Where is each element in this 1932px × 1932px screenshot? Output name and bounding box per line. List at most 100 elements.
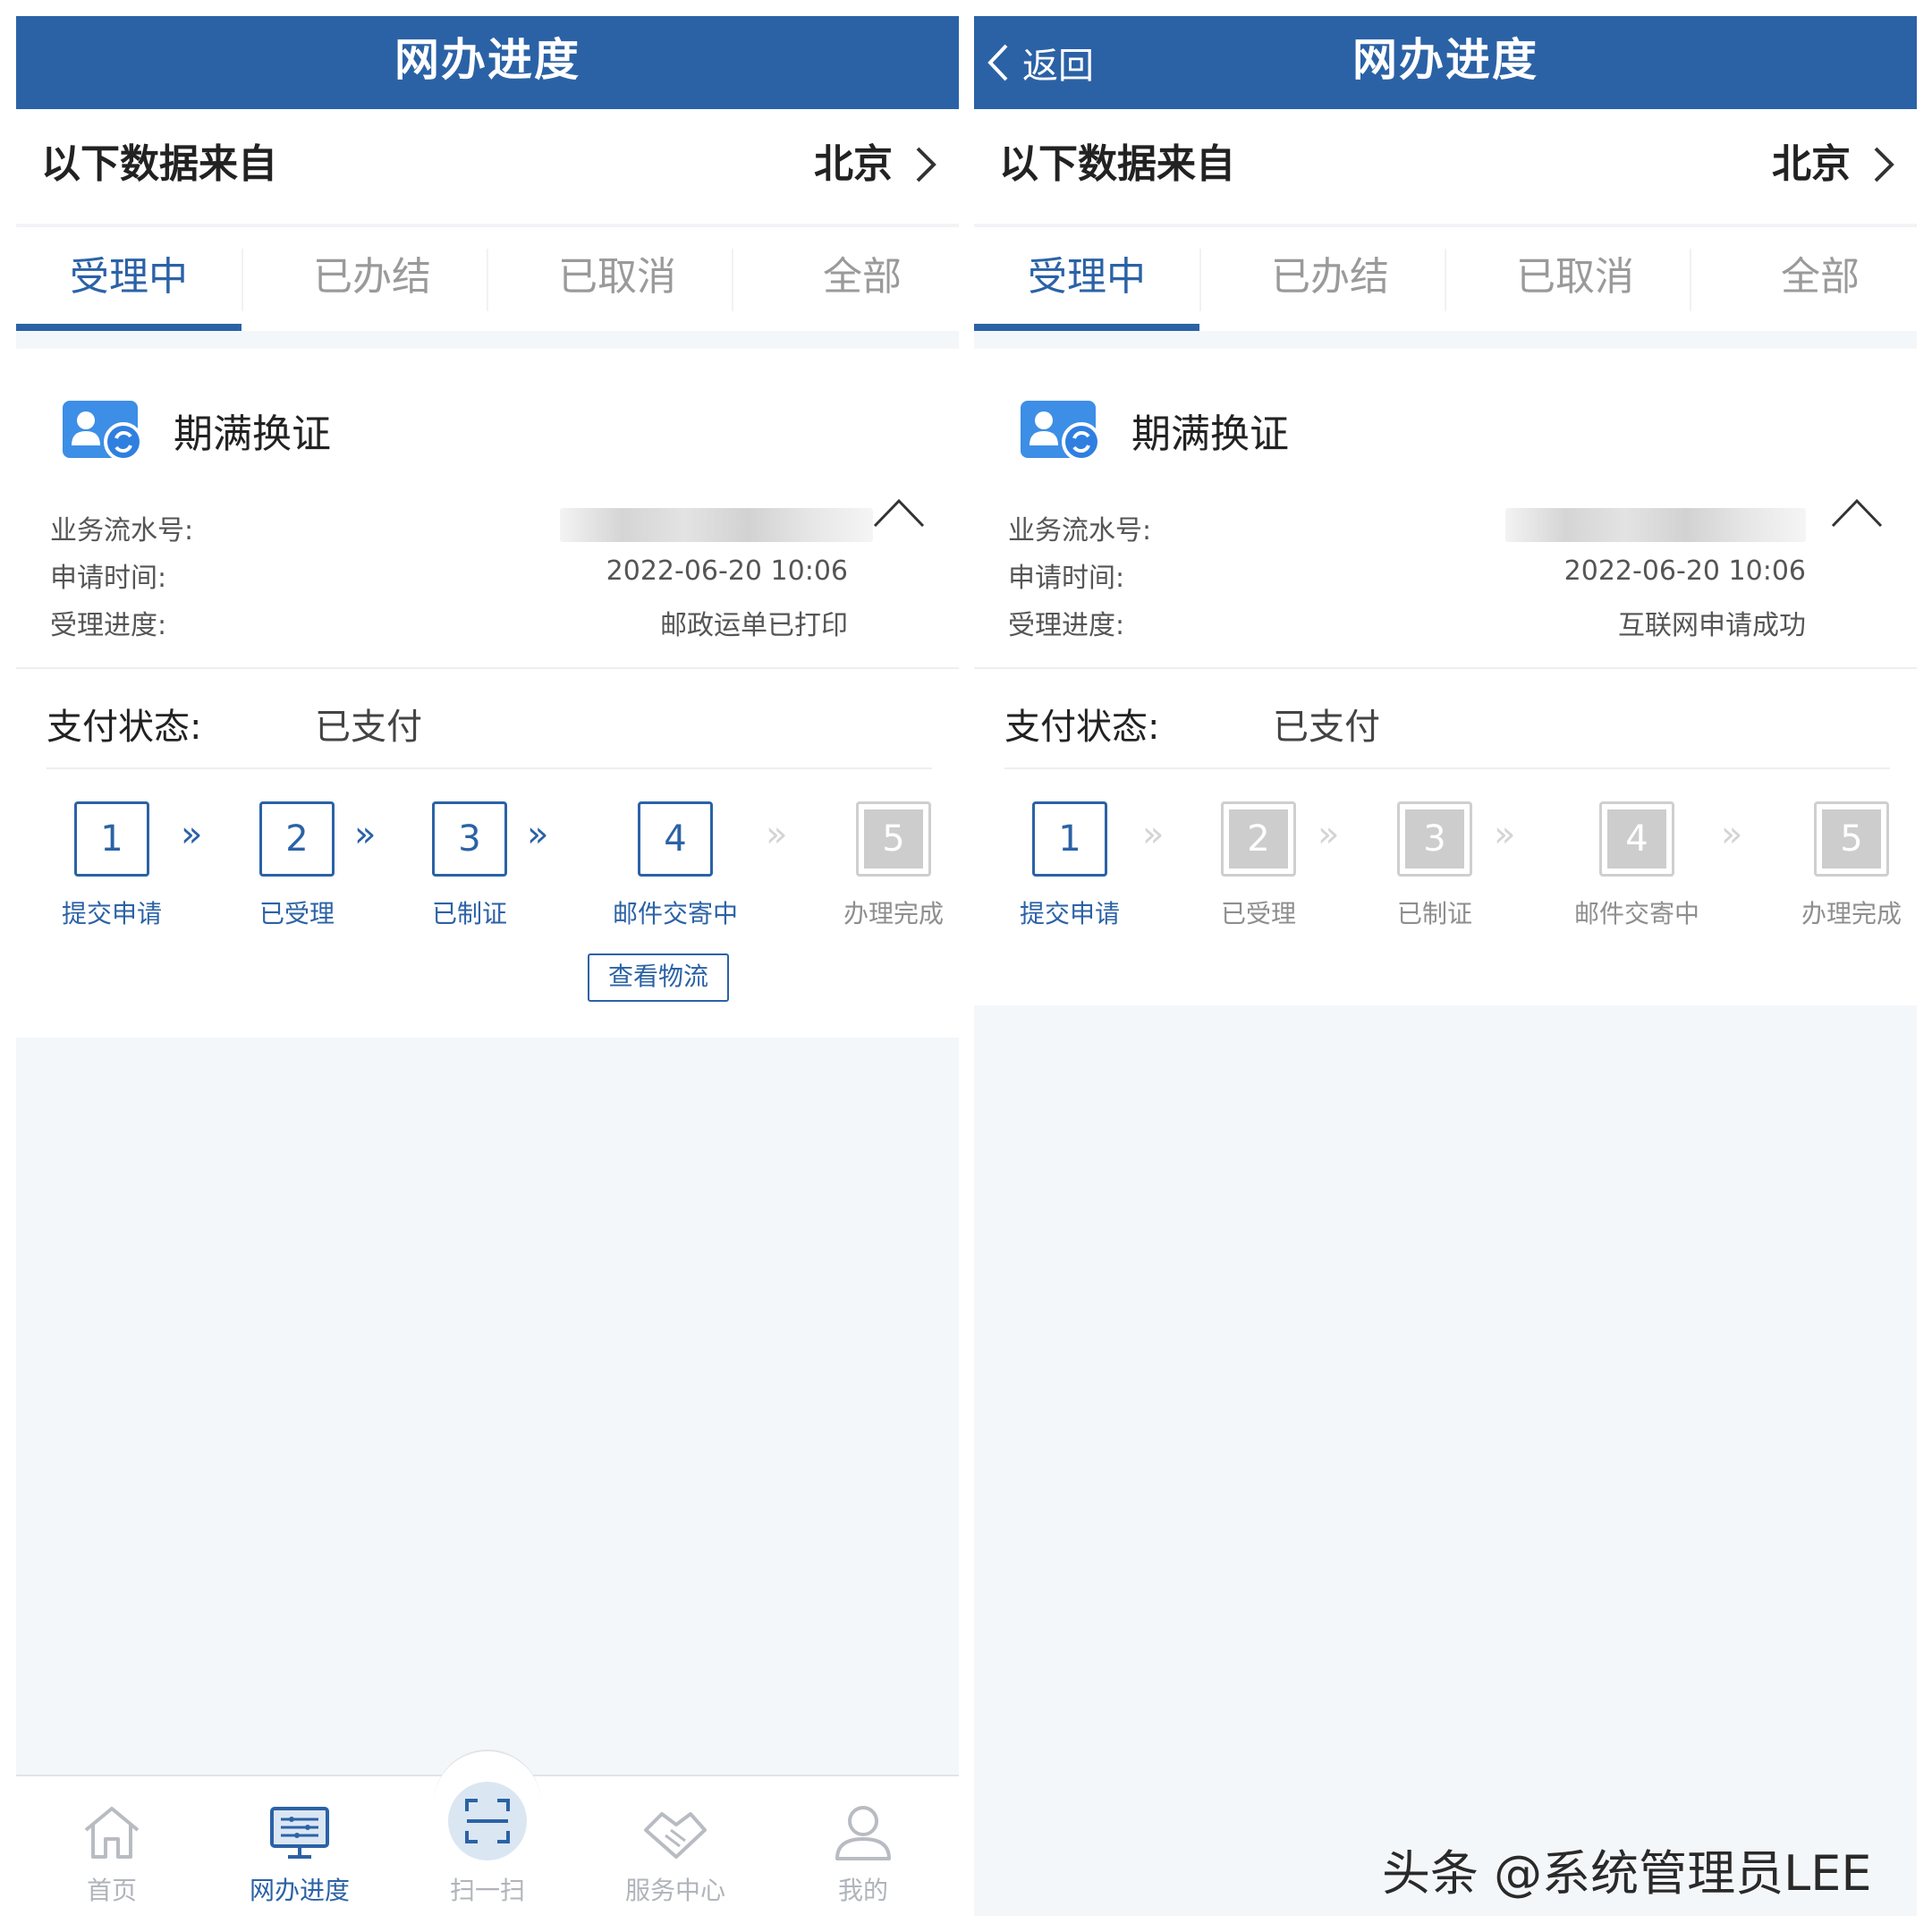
- tab-divider: [1199, 249, 1201, 311]
- chevron-right-icon: [1874, 147, 1894, 182]
- step-2: 2 已受理: [221, 801, 373, 930]
- tab-all[interactable]: 全部: [750, 227, 959, 331]
- payment-status-label: 支付状态:: [47, 707, 202, 748]
- divider: [1004, 767, 1890, 769]
- nav-label: 网办进度: [249, 1876, 350, 1905]
- step-arrow: »: [1721, 814, 1743, 855]
- progress-value: 互联网申请成功: [1618, 610, 1806, 641]
- chevron-right-icon: [916, 147, 936, 182]
- id-renew-icon: [63, 401, 143, 462]
- scan-icon: [465, 1799, 510, 1843]
- bottom-nav: 首页 网办进度 扫一扫 服务中心 我的: [16, 1750, 959, 1916]
- serial-number-masked: [1505, 508, 1806, 542]
- step-1: 1 提交申请: [994, 801, 1146, 930]
- payment-status-value: 已支付: [1273, 707, 1380, 748]
- nav-label: 首页: [86, 1876, 137, 1905]
- card-header: 期满换证: [1019, 399, 1289, 462]
- step-number-box: 3: [1397, 801, 1472, 877]
- nav-progress[interactable]: 网办进度: [206, 1776, 394, 1907]
- step-arrow: »: [1142, 814, 1165, 855]
- step-4: 4 邮件交寄中: [599, 801, 751, 930]
- step-label: 办理完成: [1801, 899, 1902, 928]
- data-source-label: 以下数据来自: [41, 141, 277, 187]
- payment-status-value: 已支付: [315, 707, 422, 748]
- progress-label: 受理进度:: [1008, 610, 1125, 641]
- step-number-box: 5: [1814, 801, 1889, 877]
- nav-service-center[interactable]: 服务中心: [581, 1776, 769, 1907]
- nav-label: 我的: [837, 1876, 888, 1905]
- data-source-city[interactable]: 北京: [1772, 109, 1851, 220]
- card-header: 期满换证: [61, 399, 331, 462]
- apply-time-label: 申请时间:: [1008, 563, 1125, 594]
- step-number-box: 3: [432, 801, 507, 877]
- collapse-chevron-up-icon[interactable]: [1831, 497, 1883, 528]
- step-2: 2 已受理: [1182, 801, 1335, 930]
- tab-completed[interactable]: 已办结: [259, 227, 485, 331]
- step-arrow: »: [1494, 814, 1516, 855]
- step-number-box: 1: [74, 801, 149, 877]
- serial-number-label: 业务流水号:: [50, 515, 194, 547]
- nav-label: 服务中心: [624, 1876, 725, 1905]
- step-number-box: 1: [1032, 801, 1107, 877]
- data-source-label: 以下数据来自: [999, 141, 1235, 187]
- progress-label: 受理进度:: [50, 610, 167, 641]
- id-renew-icon: [1021, 401, 1101, 462]
- step-4: 4 邮件交寄中: [1561, 801, 1713, 930]
- tab-cancelled[interactable]: 已取消: [1462, 227, 1688, 331]
- step-number-box: 5: [856, 801, 931, 877]
- data-source-row[interactable]: 以下数据来自 北京: [974, 109, 1917, 224]
- step-5: 5 办理完成: [818, 801, 959, 930]
- step-arrow: »: [181, 814, 203, 855]
- data-source-row[interactable]: 以下数据来自 北京: [16, 109, 959, 224]
- watermark: 头条 @系统管理员LEE: [1382, 1845, 1872, 1902]
- nav-home[interactable]: 首页: [18, 1776, 206, 1907]
- step-label: 提交申请: [61, 899, 162, 928]
- application-card: 期满换证 业务流水号: 申请时间: 2022-06-20 10:06 受理进度:…: [974, 349, 1917, 1005]
- tab-all[interactable]: 全部: [1707, 227, 1917, 331]
- step-number-box: 4: [1599, 801, 1674, 877]
- apply-time-value: 2022-06-20 10:06: [1563, 555, 1806, 587]
- step-number-box: 4: [638, 801, 713, 877]
- divider: [47, 767, 932, 769]
- step-label: 已受理: [258, 899, 335, 928]
- step-number-box: 2: [259, 801, 335, 877]
- tab-cancelled[interactable]: 已取消: [504, 227, 730, 331]
- tab-divider: [1445, 249, 1446, 311]
- collapse-chevron-up-icon[interactable]: [873, 497, 925, 528]
- step-arrow: »: [354, 814, 377, 855]
- tab-in-progress[interactable]: 受理中: [16, 227, 242, 331]
- status-tabs: 受理中 已办结 已取消 全部: [16, 224, 959, 331]
- tab-divider: [1690, 249, 1691, 311]
- step-1: 1 提交申请: [36, 801, 188, 930]
- apply-time-value: 2022-06-20 10:06: [606, 555, 848, 587]
- tab-divider: [487, 249, 488, 311]
- nav-mine[interactable]: 我的: [769, 1776, 957, 1907]
- left-screen: 网办进度 以下数据来自 北京 受理中 已办结 已取消 全部 期满换证 业务流水号…: [16, 16, 959, 1916]
- step-arrow: »: [766, 814, 788, 855]
- view-logistics-button[interactable]: 查看物流: [588, 953, 729, 1002]
- step-label: 已制证: [1396, 899, 1472, 928]
- step-number-box: 2: [1221, 801, 1296, 877]
- tab-divider: [242, 249, 243, 311]
- divider: [16, 667, 959, 669]
- page-title: 网办进度: [394, 34, 580, 86]
- card-title: 期满换证: [1131, 411, 1289, 457]
- step-5: 5 办理完成: [1775, 801, 1917, 930]
- step-label: 邮件交寄中: [1573, 899, 1699, 928]
- step-label: 提交申请: [1019, 899, 1120, 928]
- card-title: 期满换证: [174, 411, 331, 457]
- right-screen: 返回 网办进度 以下数据来自 北京 受理中 已办结 已取消 全部 期满换证 业务…: [974, 16, 1917, 1916]
- step-label: 办理完成: [843, 899, 944, 928]
- step-arrow: »: [1318, 814, 1340, 855]
- apply-time-label: 申请时间:: [50, 563, 167, 594]
- tab-completed[interactable]: 已办结: [1217, 227, 1443, 331]
- tab-in-progress[interactable]: 受理中: [974, 227, 1199, 331]
- progress-value: 邮政运单已打印: [660, 610, 848, 641]
- step-3: 3 已制证: [1359, 801, 1511, 930]
- data-source-city[interactable]: 北京: [814, 109, 893, 220]
- serial-number-label: 业务流水号:: [1008, 515, 1152, 547]
- header-bar: 返回 网办进度: [974, 16, 1917, 109]
- step-3: 3 已制证: [394, 801, 546, 930]
- nav-scan[interactable]: 扫一扫: [394, 1776, 581, 1907]
- status-tabs: 受理中 已办结 已取消 全部: [974, 224, 1917, 331]
